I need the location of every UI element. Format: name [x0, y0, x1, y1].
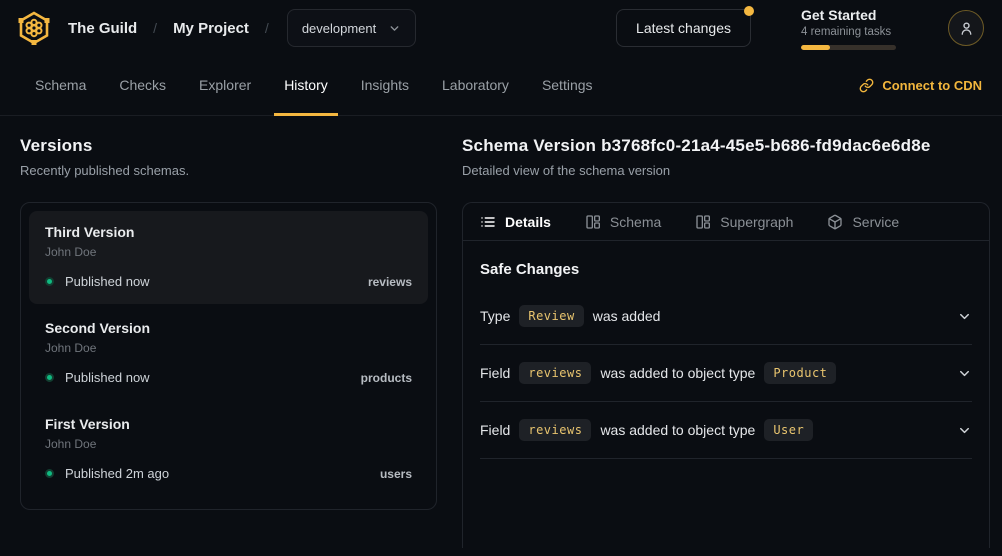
top-header: The Guild / My Project / development Lat… [0, 0, 1002, 56]
latest-changes-label: Latest changes [636, 20, 731, 36]
schema-version-panel: Schema Version b3768fc0-21a4-45e5-b686-f… [462, 136, 990, 556]
detail-tab-label: Service [852, 214, 899, 230]
service-name-label: products [361, 371, 412, 385]
tab-insights[interactable]: Insights [351, 56, 419, 116]
code-badge: Product [764, 362, 836, 384]
version-title: Second Version [45, 320, 412, 336]
published-status-dot [45, 277, 54, 286]
service-name-label: reviews [368, 275, 412, 289]
guild-honeycomb-logo-icon[interactable] [16, 10, 52, 46]
nav-tabs: Schema Checks Explorer History Insights … [25, 56, 603, 115]
published-status-dot [45, 469, 54, 478]
change-text: Type [480, 308, 510, 324]
cube-icon [827, 214, 843, 230]
version-author: John Doe [45, 341, 412, 355]
code-badge: reviews [519, 362, 591, 384]
version-title: Third Version [45, 224, 412, 240]
version-author: John Doe [45, 245, 412, 259]
tab-laboratory[interactable]: Laboratory [432, 56, 519, 116]
get-started-progress-fill [801, 45, 830, 50]
code-badge: Review [519, 305, 583, 327]
version-list: Third Version John Doe Published now rev… [20, 202, 437, 510]
detail-content: Safe Changes Type Review was added Field… [463, 241, 989, 459]
change-text: was added to object type [600, 365, 755, 381]
change-text: was added to object type [600, 422, 755, 438]
list-icon [480, 214, 496, 230]
environment-selector-value: development [302, 21, 376, 36]
change-text: Field [480, 422, 510, 438]
change-text: was added [593, 308, 661, 324]
code-badge: User [764, 419, 813, 441]
detail-tab-supergraph[interactable]: Supergraph [695, 214, 793, 230]
change-row-type-review[interactable]: Type Review was added [480, 288, 972, 345]
detail-tab-label: Schema [610, 214, 661, 230]
version-meta: Published now products [45, 370, 412, 385]
page-content: Versions Recently published schemas. Thi… [0, 116, 1002, 556]
get-started-title: Get Started [801, 7, 896, 23]
tab-settings[interactable]: Settings [532, 56, 603, 116]
breadcrumb-org[interactable]: The Guild [68, 20, 137, 37]
published-status-label: Published now [65, 274, 150, 289]
connect-to-cdn-button[interactable]: Connect to CDN [859, 56, 982, 115]
main-nav: Schema Checks Explorer History Insights … [0, 56, 1002, 116]
chevron-down-icon[interactable] [957, 309, 972, 324]
safe-changes-heading: Safe Changes [480, 261, 972, 278]
environment-selector[interactable]: development [287, 9, 416, 47]
version-title: First Version [45, 416, 412, 432]
tab-checks[interactable]: Checks [109, 56, 176, 116]
version-item-second[interactable]: Second Version John Doe Published now pr… [29, 307, 428, 400]
schema-version-title: Schema Version b3768fc0-21a4-45e5-b686-f… [462, 136, 990, 156]
change-text: Field [480, 365, 510, 381]
schema-version-subtitle: Detailed view of the schema version [462, 163, 990, 178]
tab-schema[interactable]: Schema [25, 56, 96, 116]
get-started-subtitle: 4 remaining tasks [801, 26, 896, 38]
detail-tab-details[interactable]: Details [480, 214, 551, 230]
service-name-label: users [380, 467, 412, 481]
breadcrumb-separator: / [265, 20, 269, 36]
breadcrumb-separator: / [153, 20, 157, 36]
breadcrumb-project[interactable]: My Project [173, 20, 249, 37]
published-status-label: Published 2m ago [65, 466, 169, 481]
detail-tabs: Details Schema Supergraph [463, 203, 989, 241]
version-item-third[interactable]: Third Version John Doe Published now rev… [29, 211, 428, 304]
version-meta: Published now reviews [45, 274, 412, 289]
user-icon [958, 20, 975, 37]
connect-to-cdn-label: Connect to CDN [882, 78, 982, 93]
chevron-down-icon[interactable] [957, 423, 972, 438]
version-author: John Doe [45, 437, 412, 451]
tab-history[interactable]: History [274, 56, 338, 116]
panels-icon [695, 214, 711, 230]
versions-title: Versions [20, 136, 437, 156]
published-status-label: Published now [65, 370, 150, 385]
version-meta: Published 2m ago users [45, 466, 412, 481]
chevron-down-icon [388, 22, 401, 35]
change-row-field-product[interactable]: Field reviews was added to object type P… [480, 345, 972, 402]
detail-tab-service[interactable]: Service [827, 214, 899, 230]
versions-panel: Versions Recently published schemas. Thi… [20, 136, 437, 556]
published-status-dot [45, 373, 54, 382]
change-row-field-user[interactable]: Field reviews was added to object type U… [480, 402, 972, 459]
code-badge: reviews [519, 419, 591, 441]
panels-icon [585, 214, 601, 230]
detail-tab-schema[interactable]: Schema [585, 214, 661, 230]
get-started-widget[interactable]: Get Started 4 remaining tasks [801, 7, 896, 50]
detail-tab-label: Details [505, 214, 551, 230]
versions-subtitle: Recently published schemas. [20, 163, 437, 178]
chevron-down-icon[interactable] [957, 366, 972, 381]
latest-changes-button[interactable]: Latest changes [616, 9, 751, 47]
detail-tab-label: Supergraph [720, 214, 793, 230]
version-item-first[interactable]: First Version John Doe Published 2m ago … [29, 403, 428, 496]
schema-version-detail-box: Details Schema Supergraph [462, 202, 990, 548]
notification-dot [744, 6, 754, 16]
user-avatar[interactable] [948, 10, 984, 46]
link-icon [859, 78, 874, 93]
get-started-progress-bar [801, 45, 896, 50]
tab-explorer[interactable]: Explorer [189, 56, 261, 116]
